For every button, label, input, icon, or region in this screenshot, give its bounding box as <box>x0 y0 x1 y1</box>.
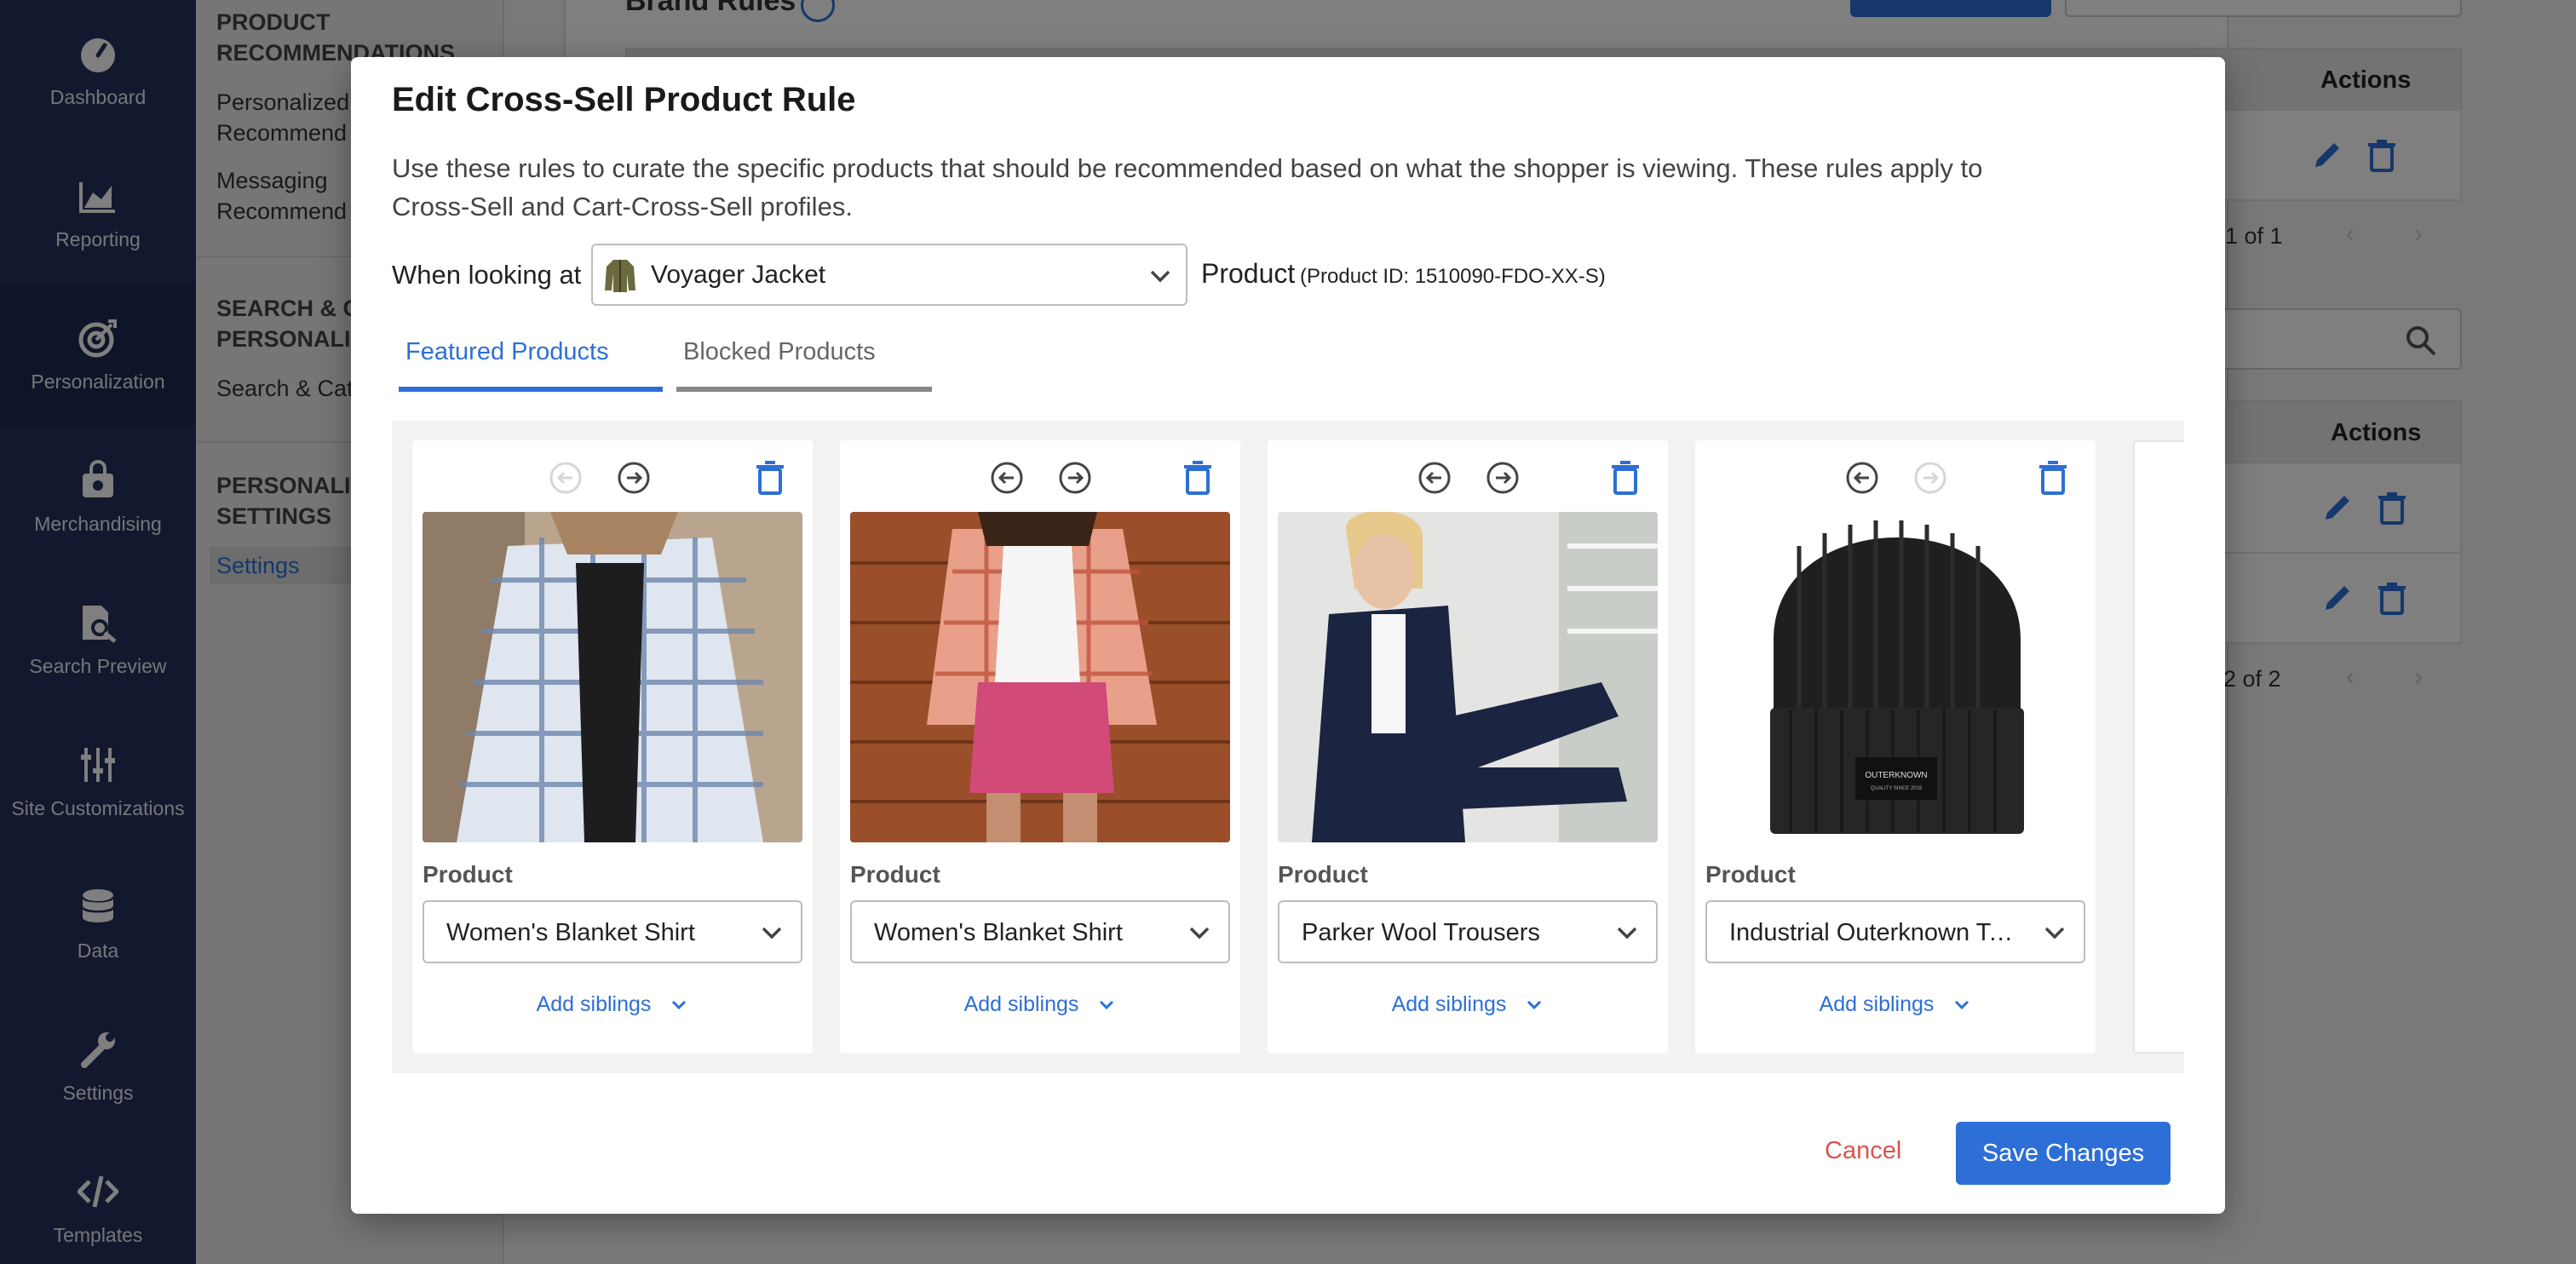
chevron-down-icon <box>2044 927 2065 939</box>
product-field-label: Product <box>850 861 940 888</box>
jacket-thumbnail <box>605 260 635 292</box>
chevron-down-icon <box>1955 1001 1969 1010</box>
trash-icon[interactable] <box>753 459 787 495</box>
trash-icon[interactable] <box>1181 459 1215 495</box>
chevron-down-icon <box>1150 270 1170 283</box>
chevron-down-icon <box>1100 1001 1114 1010</box>
cancel-button[interactable]: Cancel <box>1825 1137 1901 1165</box>
move-left-icon[interactable] <box>1417 461 1452 495</box>
tab-indicator <box>676 387 932 392</box>
add-siblings-label: Add siblings <box>963 992 1079 1016</box>
product-card: Product Women's Blanket Shirt Add siblin… <box>840 440 1240 1054</box>
svg-text:OUTERKNOWN: OUTERKNOWN <box>1865 771 1927 780</box>
product-id: (Product ID: 1510090-FDO-XX-S) <box>1300 265 1606 288</box>
product-card-partial <box>2133 440 2184 1054</box>
viewed-product-value: Voyager Jacket <box>651 261 826 289</box>
product-field-label: Product <box>1705 861 1796 888</box>
viewed-product-select[interactable]: Voyager Jacket <box>591 244 1187 306</box>
product-select-value: Women's Blanket Shirt <box>446 919 695 946</box>
add-siblings-button[interactable]: Add siblings <box>840 992 1240 1017</box>
product-select-value: Women's Blanket Shirt <box>874 919 1123 946</box>
tab-featured-products[interactable]: Featured Products <box>405 338 609 366</box>
add-siblings-label: Add siblings <box>1391 992 1507 1016</box>
move-right-icon[interactable] <box>1486 461 1520 495</box>
product-card: Product Parker Wool Trousers Add sibling… <box>1268 440 1668 1054</box>
chevron-down-icon <box>1527 1001 1542 1010</box>
product-select[interactable]: Women's Blanket Shirt <box>423 900 802 963</box>
product-select[interactable]: Women's Blanket Shirt <box>850 900 1230 963</box>
product-label: Product <box>1201 258 1296 289</box>
when-looking-at-label: When looking at <box>392 260 582 290</box>
save-changes-button[interactable]: Save Changes <box>1956 1122 2171 1185</box>
move-right-icon <box>1914 462 1946 494</box>
product-field-label: Product <box>423 861 513 888</box>
product-card: Product Women's Blanket Shirt Add siblin… <box>412 440 813 1054</box>
modal-title: Edit Cross-Sell Product Rule <box>392 81 856 118</box>
trash-icon[interactable] <box>1608 459 1642 495</box>
product-select[interactable]: Industrial Outerknown Tall Beanie <box>1705 900 2085 963</box>
chevron-down-icon <box>1189 927 1210 939</box>
svg-text:QUALITY SINCE 2015: QUALITY SINCE 2015 <box>1871 786 1923 791</box>
product-field-label: Product <box>1278 861 1368 888</box>
edit-rule-modal: Edit Cross-Sell Product Rule Use these r… <box>351 57 2225 1214</box>
product-image: OUTERKNOWN QUALITY SINCE 2015 <box>1705 512 2085 842</box>
featured-products-carousel: Product Women's Blanket Shirt Add siblin… <box>392 421 2184 1073</box>
product-image <box>1278 512 1658 842</box>
add-siblings-label: Add siblings <box>1819 992 1935 1016</box>
move-right-icon[interactable] <box>1058 461 1092 495</box>
trash-icon[interactable] <box>2036 459 2070 495</box>
add-siblings-button[interactable]: Add siblings <box>1268 992 1668 1017</box>
chevron-down-icon <box>762 927 782 939</box>
move-left-icon <box>549 462 582 494</box>
chevron-down-icon <box>1617 927 1637 939</box>
move-left-icon[interactable] <box>990 461 1024 495</box>
move-right-icon[interactable] <box>617 461 651 495</box>
modal-description: Use these rules to curate the specific p… <box>392 153 1983 221</box>
product-select-value: Parker Wool Trousers <box>1302 919 1540 946</box>
chevron-down-icon <box>672 1001 687 1010</box>
product-select-value: Industrial Outerknown Tall Beanie <box>1729 919 2017 946</box>
add-siblings-button[interactable]: Add siblings <box>412 992 813 1017</box>
product-image <box>850 512 1230 842</box>
product-card: OUTERKNOWN QUALITY SINCE 2015 Product In… <box>1695 440 2096 1054</box>
product-select[interactable]: Parker Wool Trousers <box>1278 900 1658 963</box>
tab-indicator-active <box>399 387 663 392</box>
move-left-icon[interactable] <box>1845 461 1879 495</box>
tab-blocked-products[interactable]: Blocked Products <box>683 338 876 366</box>
add-siblings-button[interactable]: Add siblings <box>1695 992 2096 1017</box>
product-image <box>423 512 802 842</box>
add-siblings-label: Add siblings <box>536 992 652 1016</box>
